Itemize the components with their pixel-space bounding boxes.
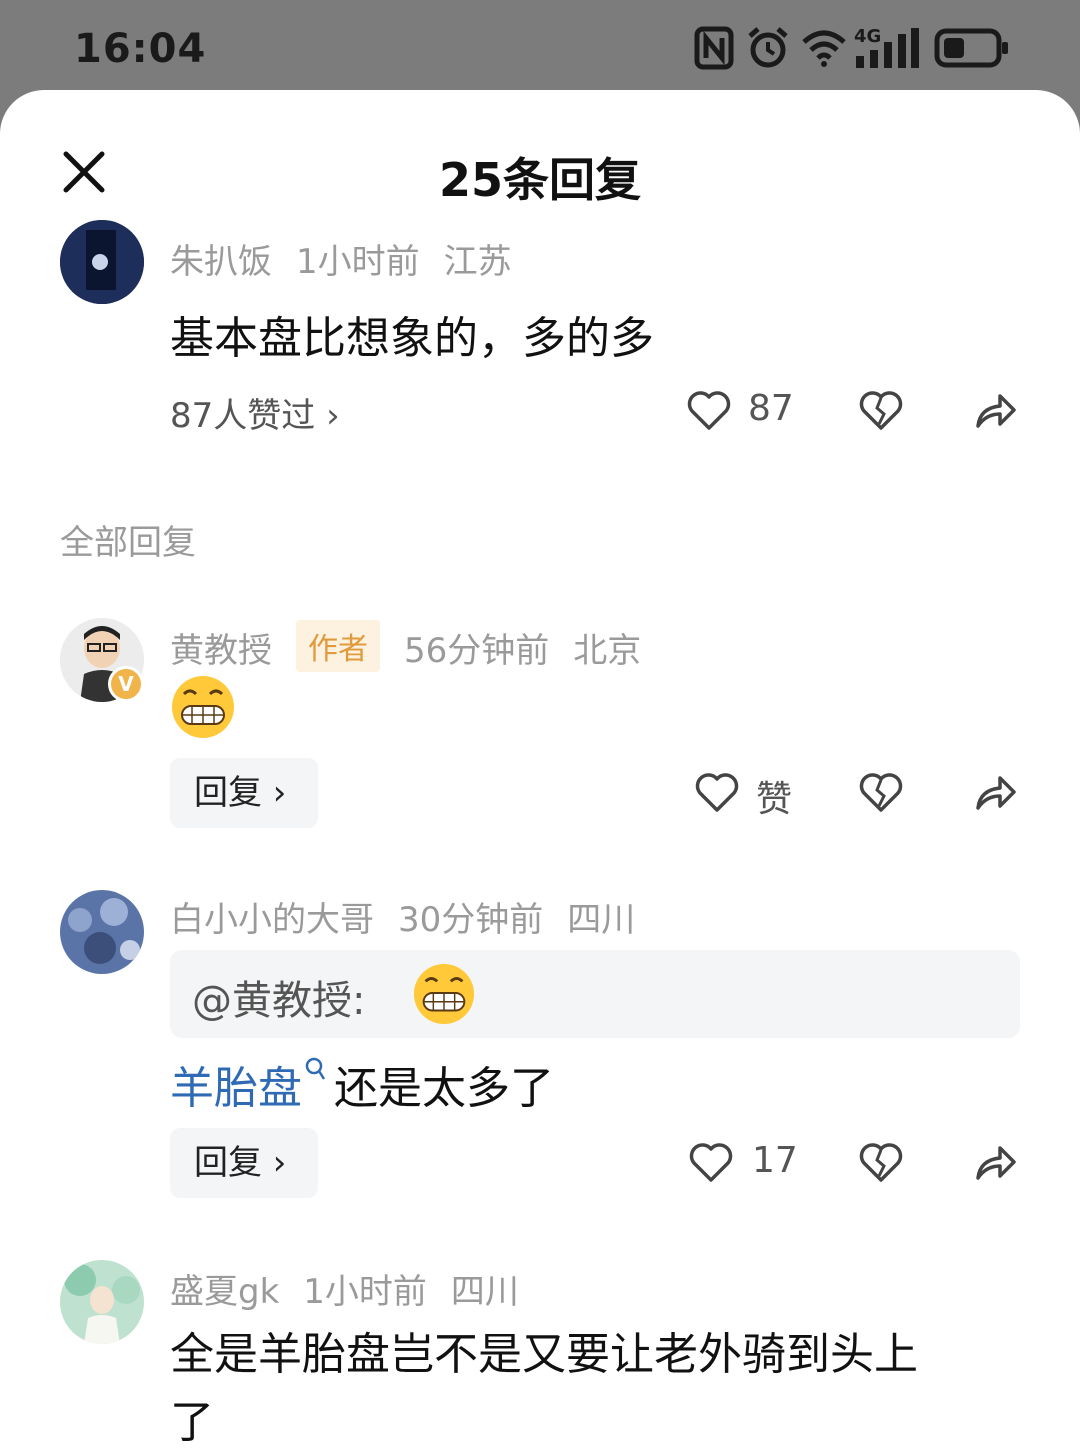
status-time: 16:04 [74,26,207,72]
heart-icon[interactable] [688,1140,734,1186]
grin-emoji-icon [413,963,475,1025]
reply-time: 1小时前 [303,1272,427,1312]
quoted-user: @黄教授: [192,978,366,1024]
dislike-icon[interactable] [858,1140,904,1186]
heart-icon[interactable] [694,770,740,816]
verified-badge: V [108,666,144,702]
comment-location: 江苏 [443,242,512,282]
reply-location: 四川 [567,900,636,940]
reply-text-line-2: 了 [170,1397,214,1448]
sheet-title: 25条回复 [438,153,641,207]
likes-summary-link[interactable]: 87人赞过 › [170,388,340,437]
username[interactable]: 白小小的大哥 [170,900,374,940]
username[interactable]: 朱扒饭 [170,242,272,282]
status-bar: 16:04 4G [0,0,1080,100]
reply-location: 北京 [573,631,642,671]
dislike-icon[interactable] [858,770,904,816]
author-badge: 作者 [296,620,380,672]
reply-button[interactable]: 回复 › [170,758,318,828]
section-label: 全部回复 [60,523,196,563]
comment-text: 基本盘比想象的，多的多 [170,313,654,364]
battery-icon [934,28,1008,68]
share-icon[interactable] [972,1140,1018,1186]
search-link[interactable]: 羊胎盘 [170,1063,302,1114]
share-icon[interactable] [972,770,1018,816]
reply-meta: 盛夏gk 1小时前 四川 [170,1264,543,1313]
quoted-reply[interactable]: @黄教授: [170,950,1020,1038]
wifi-icon [802,30,846,67]
reply-location: 四川 [450,1272,519,1312]
share-icon[interactable] [972,388,1018,434]
search-icon[interactable] [304,1057,326,1083]
reply-meta: 白小小的大哥 30分钟前 四川 [170,892,659,941]
heart-icon[interactable] [686,388,732,434]
like-count: 17 [752,1140,798,1181]
svg-text:4G: 4G [854,26,881,47]
reply-button[interactable]: 回复 › [170,1128,318,1198]
like-label: 赞 [756,779,793,820]
reply-time: 30分钟前 [398,900,544,940]
nfc-icon [694,26,734,70]
username[interactable]: 盛夏gk [170,1272,279,1312]
reply-text: 羊胎盘 还是太多了 [170,1052,554,1116]
reply-meta: 黄教授 作者 56分钟前 北京 [170,620,665,672]
username[interactable]: 黄教授 [170,631,272,671]
replies-sheet: 25条回复 朱扒饭 1小时前 江苏 基本盘比想象的，多的多 87人赞过 › 87 全… [0,90,1080,1450]
avatar[interactable] [60,1260,144,1344]
avatar[interactable] [60,890,144,974]
like-count: 87 [748,388,794,429]
reply-text-line-1: 全是羊胎盘岂不是又要让老外骑到头上 [170,1329,918,1380]
signal-4g-icon: 4G [854,26,919,68]
alarm-icon [748,27,788,68]
reply-text-body: 还是太多了 [334,1063,554,1114]
grin-emoji-icon [172,676,234,738]
avatar[interactable] [60,220,144,304]
comment-meta: 朱扒饭 1小时前 江苏 [170,234,536,283]
comment-time: 1小时前 [296,242,420,282]
dislike-icon[interactable] [858,388,904,434]
reply-time: 56分钟前 [404,631,550,671]
